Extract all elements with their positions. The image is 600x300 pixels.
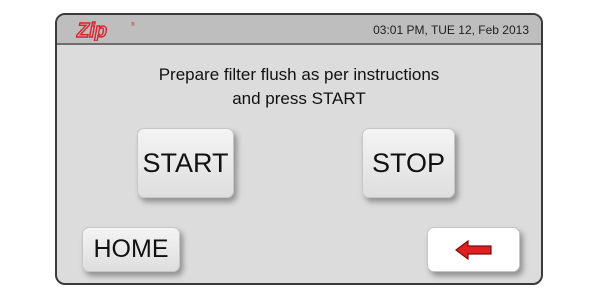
start-button[interactable]: START: [137, 128, 234, 198]
instruction-message: Prepare filter flush as per instructions…: [57, 63, 541, 111]
message-line-1: Prepare filter flush as per instructions: [158, 65, 440, 84]
home-button[interactable]: HOME: [82, 227, 180, 272]
message-line-2: and press START: [232, 89, 366, 108]
logo-text: Zip: [76, 20, 107, 41]
back-button[interactable]: [427, 227, 520, 272]
registered-mark: ®: [131, 21, 135, 28]
left-arrow-icon: [454, 239, 492, 260]
header-bar: Zip ® 03:01 PM, TUE 12, Feb 2013: [57, 15, 541, 45]
stop-button[interactable]: STOP: [362, 128, 455, 198]
datetime-display: 03:01 PM, TUE 12, Feb 2013: [373, 23, 529, 37]
zip-logo: Zip ®: [75, 19, 135, 41]
device-screen: Zip ® 03:01 PM, TUE 12, Feb 2013 Prepare…: [55, 13, 543, 285]
